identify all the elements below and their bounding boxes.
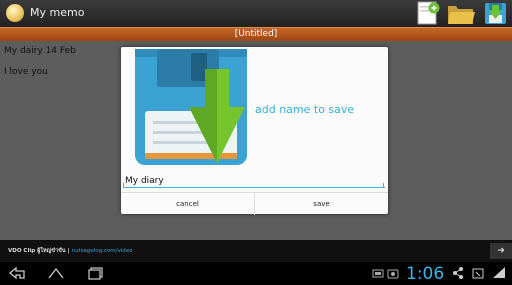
- ad-title: VDO Clip ผู้ใหญ่ขำขัน: [8, 248, 66, 254]
- ad-text: VDO Clip ผู้ใหญ่ขำขัน | nutsagelog.com/v…: [8, 248, 133, 254]
- wifi-icon: [492, 266, 506, 283]
- document-title-bar: [Untitled]: [0, 27, 512, 41]
- memo-line: My dairy 14 Feb: [4, 46, 76, 56]
- dialog-button-row: cancel save: [121, 192, 388, 215]
- ad-link[interactable]: nutsagelog.com/video: [72, 248, 133, 254]
- action-bar: My memo: [0, 0, 512, 27]
- share-icon: [452, 266, 464, 283]
- screenshot-icon: [387, 266, 399, 283]
- save-icon[interactable]: [480, 0, 510, 27]
- app-icon[interactable]: [6, 4, 24, 22]
- cancel-button[interactable]: cancel: [121, 193, 255, 215]
- home-icon[interactable]: [46, 266, 66, 283]
- document-name: [Untitled]: [234, 29, 278, 39]
- status-clock: 1:06: [406, 264, 445, 284]
- ad-banner[interactable]: VDO Clip ผู้ใหญ่ขำขัน | nutsagelog.com/v…: [0, 240, 512, 262]
- recent-apps-icon[interactable]: [86, 266, 106, 283]
- save-button[interactable]: save: [255, 193, 388, 215]
- system-navigation-bar: 1:06: [0, 262, 512, 285]
- dialog-message: add name to save: [255, 103, 355, 116]
- field-underline-tick: [383, 183, 384, 188]
- open-folder-icon[interactable]: [446, 0, 476, 27]
- file-name-input[interactable]: [123, 174, 385, 188]
- new-document-icon[interactable]: [414, 0, 444, 27]
- ad-arrow-icon[interactable]: ➜: [490, 243, 512, 259]
- screen-rotate-icon: [472, 266, 484, 283]
- floppy-disk-icon: [131, 49, 251, 169]
- field-underline-tick: [123, 183, 124, 188]
- back-icon[interactable]: [8, 266, 28, 283]
- memo-line: I love you: [4, 67, 48, 77]
- app-title: My memo: [30, 6, 85, 19]
- notification-icon: [372, 266, 384, 283]
- save-dialog: add name to save cancel save: [121, 47, 388, 215]
